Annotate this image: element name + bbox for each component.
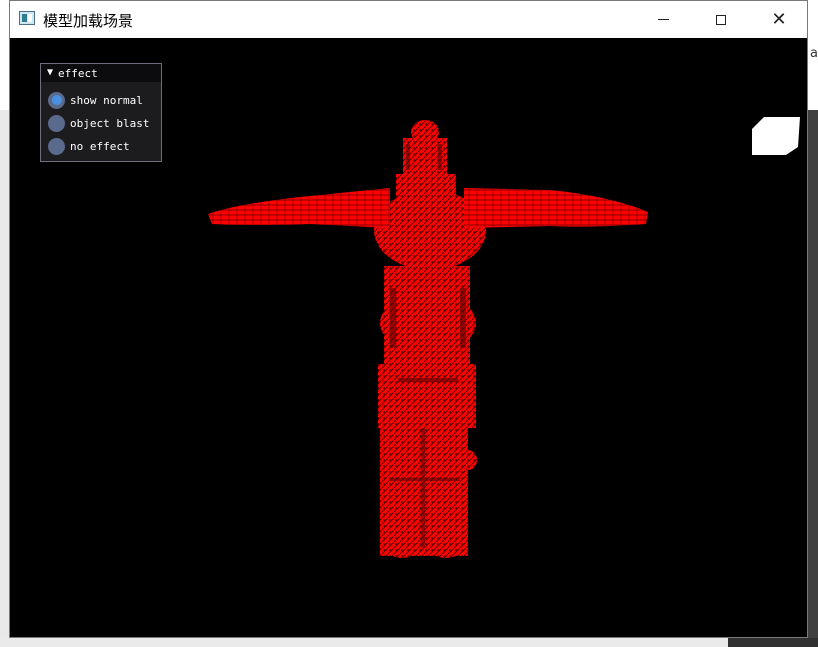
radio-button-icon[interactable]	[48, 114, 65, 132]
maximize-button[interactable]	[698, 1, 744, 38]
collapse-arrow-icon[interactable]: ▼	[47, 68, 53, 78]
close-icon: ✕	[771, 8, 787, 30]
app-icon	[19, 11, 35, 25]
minimize-icon	[657, 19, 669, 20]
window-title: 模型加载场景	[43, 12, 134, 30]
taskbar-fragment	[728, 638, 818, 647]
radio-button-checked-icon[interactable]	[48, 91, 65, 109]
effect-panel-title: effect	[58, 66, 98, 80]
radio-button-icon[interactable]	[48, 137, 65, 155]
desktop-right-strip	[808, 40, 818, 647]
desktop-left-strip	[0, 40, 9, 647]
desktop-bottom-strip	[0, 638, 818, 647]
effect-panel-header[interactable]: ▼ effect	[41, 64, 161, 82]
radio-show-normal[interactable]: show normal	[48, 90, 143, 110]
radio-object-blast[interactable]: object blast	[48, 113, 149, 133]
app-window: 模型加载场景 ✕ ▼ effect show normal object bla…	[9, 0, 808, 638]
desktop-right-glyph: a	[810, 46, 818, 61]
white-object	[752, 117, 800, 155]
close-button[interactable]: ✕	[756, 1, 802, 38]
minimize-button[interactable]	[640, 1, 686, 38]
radio-no-effect[interactable]: no effect	[48, 136, 130, 156]
effect-panel: ▼ effect show normal object blast no eff…	[40, 63, 162, 162]
radio-label-no-effect: no effect	[70, 139, 130, 153]
maximize-icon	[716, 14, 726, 25]
render-viewport[interactable]: ▼ effect show normal object blast no eff…	[10, 38, 807, 637]
title-bar[interactable]: 模型加载场景 ✕	[10, 1, 807, 38]
radio-label-show-normal: show normal	[70, 93, 143, 107]
radio-label-object-blast: object blast	[70, 116, 150, 130]
model-silhouette	[208, 120, 648, 558]
